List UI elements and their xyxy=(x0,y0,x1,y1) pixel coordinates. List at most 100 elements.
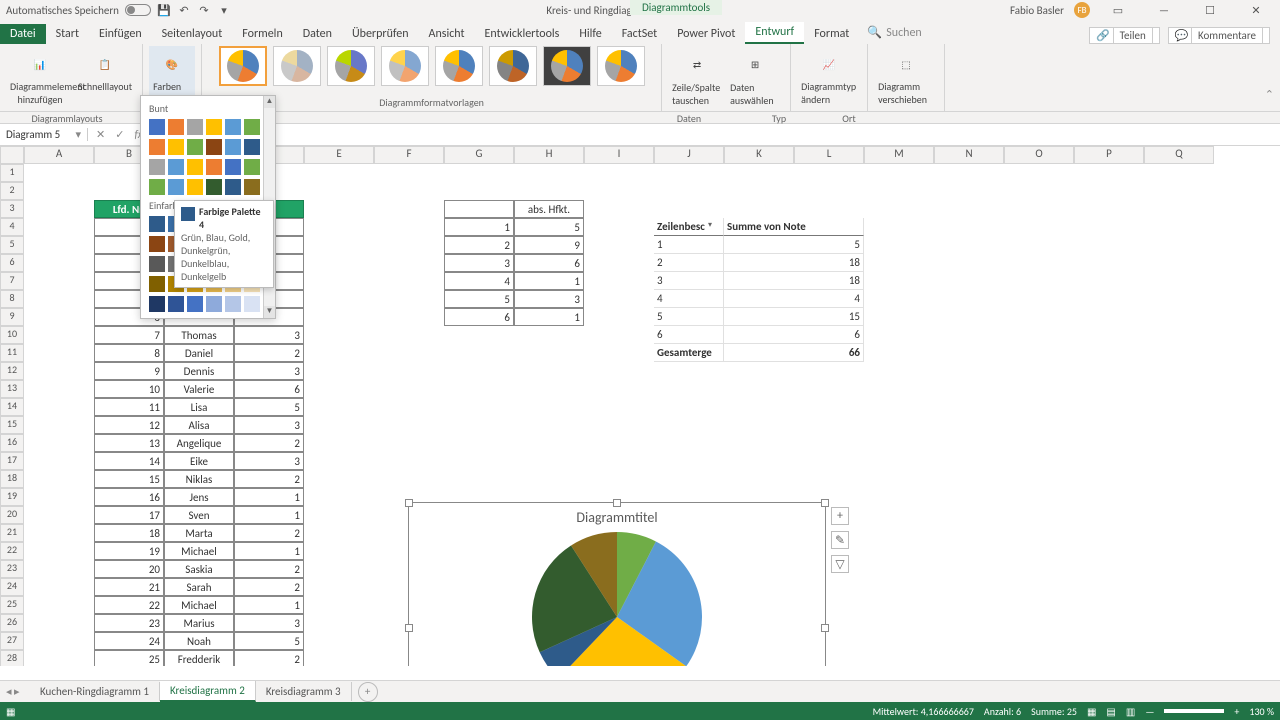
cell[interactable]: 2 xyxy=(234,434,304,452)
cell[interactable] xyxy=(444,200,514,218)
col-header-P[interactable]: P xyxy=(1074,146,1144,164)
row-header-10[interactable]: 10 xyxy=(0,326,24,344)
row-header-15[interactable]: 15 xyxy=(0,416,24,434)
color-swatch[interactable] xyxy=(149,296,165,312)
chart-object[interactable]: Diagrammtitel 123456 + ✎ ▽ xyxy=(408,502,826,666)
color-swatch[interactable] xyxy=(225,179,241,195)
cell[interactable]: 14 xyxy=(94,452,164,470)
cell[interactable]: Daniel xyxy=(164,344,234,362)
cell[interactable]: 5 xyxy=(514,218,584,236)
cell[interactable]: 3 xyxy=(234,452,304,470)
style-thumb-1[interactable] xyxy=(219,46,267,86)
row-header-25[interactable]: 25 xyxy=(0,596,24,614)
color-swatch[interactable] xyxy=(206,159,222,175)
color-swatch[interactable] xyxy=(149,159,165,175)
cell[interactable]: 2 xyxy=(234,560,304,578)
palette-row[interactable] xyxy=(145,157,271,177)
cell[interactable]: 9 xyxy=(94,362,164,380)
col-header-F[interactable]: F xyxy=(374,146,444,164)
cell[interactable]: 2 xyxy=(444,236,514,254)
cell[interactable]: 3 xyxy=(234,614,304,632)
cell[interactable]: 1 xyxy=(234,596,304,614)
cell[interactable]: 25 xyxy=(94,650,164,666)
ribbon-options-icon[interactable]: ▭ xyxy=(1100,0,1136,20)
color-swatch[interactable] xyxy=(168,159,184,175)
tab-factset[interactable]: FactSet xyxy=(612,24,667,44)
cell[interactable]: 5 xyxy=(234,632,304,650)
cell[interactable]: Fredderik xyxy=(164,650,234,666)
cell[interactable]: 21 xyxy=(94,578,164,596)
chart-styles-gallery[interactable] xyxy=(219,46,645,86)
col-header-G[interactable]: G xyxy=(444,146,514,164)
style-thumb-8[interactable] xyxy=(597,46,645,86)
tab-formulas[interactable]: Formeln xyxy=(232,24,292,44)
cell[interactable]: Lisa xyxy=(164,398,234,416)
cell[interactable]: 9 xyxy=(514,236,584,254)
cell[interactable]: Gesamterge xyxy=(654,344,724,362)
row-header-14[interactable]: 14 xyxy=(0,398,24,416)
tab-pagelayout[interactable]: Seitenlayout xyxy=(152,24,233,44)
cell[interactable]: 1 xyxy=(654,236,724,254)
cell[interactable]: Valerie xyxy=(164,380,234,398)
view-break-icon[interactable]: ▥ xyxy=(1126,705,1135,718)
color-swatch[interactable] xyxy=(149,256,165,272)
style-thumb-6[interactable] xyxy=(489,46,537,86)
color-swatch[interactable] xyxy=(187,119,203,135)
collapse-ribbon-icon[interactable]: ⌃ xyxy=(1265,88,1274,101)
tab-devtools[interactable]: Entwicklertools xyxy=(475,24,570,44)
cell[interactable]: 22 xyxy=(94,596,164,614)
color-swatch[interactable] xyxy=(225,296,241,312)
palette-row[interactable] xyxy=(145,177,271,197)
row-header-27[interactable]: 27 xyxy=(0,632,24,650)
sheet-tab-3[interactable]: Kreisdiagramm 3 xyxy=(256,682,352,701)
cell[interactable]: 66 xyxy=(724,344,864,362)
cell[interactable]: 18 xyxy=(724,254,864,272)
cell[interactable]: 3 xyxy=(444,254,514,272)
row-header-11[interactable]: 11 xyxy=(0,344,24,362)
move-chart-button[interactable]: ⬚Diagramm verschieben xyxy=(874,46,938,108)
change-chart-type-button[interactable]: 📈Diagrammtyp ändern xyxy=(797,46,861,108)
cell[interactable]: 3 xyxy=(234,326,304,344)
cell[interactable]: Jens xyxy=(164,488,234,506)
cell[interactable]: 13 xyxy=(94,434,164,452)
cell[interactable]: 3 xyxy=(234,362,304,380)
sheet-tab-1[interactable]: Kuchen-Ringdiagramm 1 xyxy=(30,682,160,701)
style-thumb-2[interactable] xyxy=(273,46,321,86)
cell[interactable]: 6 xyxy=(514,254,584,272)
close-icon[interactable]: ✕ xyxy=(1238,0,1274,20)
add-chart-element-button[interactable]: 📊Diagrammelement hinzufügen xyxy=(6,46,74,108)
style-thumb-5[interactable] xyxy=(435,46,483,86)
tab-review[interactable]: Überprüfen xyxy=(342,24,419,44)
cell[interactable]: Marius xyxy=(164,614,234,632)
row-header-12[interactable]: 12 xyxy=(0,362,24,380)
palette-row[interactable] xyxy=(145,117,271,137)
select-data-button[interactable]: ⊞Daten auswählen xyxy=(726,47,784,109)
cell[interactable]: 4 xyxy=(724,290,864,308)
cell[interactable]: Dennis xyxy=(164,362,234,380)
color-swatch[interactable] xyxy=(168,119,184,135)
cell[interactable]: 2 xyxy=(234,344,304,362)
cell[interactable]: 2 xyxy=(234,578,304,596)
share-button[interactable]: 🔗 Teilen xyxy=(1089,27,1159,44)
cell[interactable]: 18 xyxy=(94,524,164,542)
pie-chart[interactable] xyxy=(532,532,702,666)
cell[interactable]: Saskia xyxy=(164,560,234,578)
col-header-A[interactable]: A xyxy=(24,146,94,164)
cell[interactable]: 6 xyxy=(724,326,864,344)
tab-view[interactable]: Ansicht xyxy=(419,24,475,44)
cell[interactable]: 1 xyxy=(444,218,514,236)
cell[interactable]: 2 xyxy=(234,470,304,488)
cell[interactable]: 12 xyxy=(94,416,164,434)
color-swatch[interactable] xyxy=(187,296,203,312)
col-header-H[interactable]: H xyxy=(514,146,584,164)
color-swatch[interactable] xyxy=(168,139,184,155)
style-thumb-3[interactable] xyxy=(327,46,375,86)
row-header-3[interactable]: 3 xyxy=(0,200,24,218)
cell[interactable]: 16 xyxy=(94,488,164,506)
color-swatch[interactable] xyxy=(244,179,260,195)
row-header-18[interactable]: 18 xyxy=(0,470,24,488)
color-swatch[interactable] xyxy=(149,119,165,135)
cell[interactable]: 6 xyxy=(654,326,724,344)
swap-rowcol-button[interactable]: ⇄Zeile/Spalte tauschen xyxy=(668,47,726,109)
col-header-L[interactable]: L xyxy=(794,146,864,164)
